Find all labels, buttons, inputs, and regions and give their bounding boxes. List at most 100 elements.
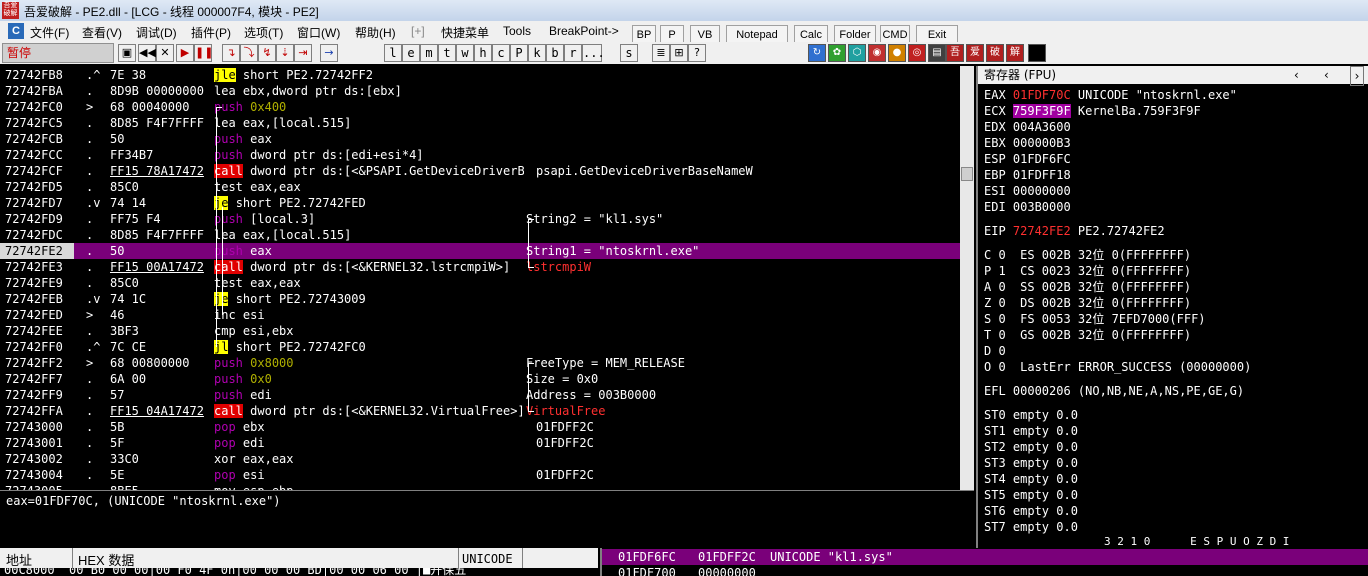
plugin-icon-5[interactable]: ▤ — [928, 44, 946, 62]
disasm-row[interactable]: 72742FF9. 57 push edi Address = 003B0000 — [0, 387, 960, 403]
call-stack-button[interactable]: k — [528, 44, 546, 62]
threads-button[interactable]: t — [438, 44, 456, 62]
menu-debug[interactable]: 调试(D) — [136, 24, 177, 41]
registers-next-icon[interactable]: › — [1350, 66, 1364, 86]
register-esp[interactable]: ESP 01FDF6FC — [984, 151, 1071, 167]
windows-button[interactable]: w — [456, 44, 474, 62]
open-icon[interactable]: ▣ — [118, 44, 136, 62]
fpu-register[interactable]: ST7 empty 0.0 — [984, 519, 1078, 535]
flag-row[interactable]: A 0 SS 002B 32位 0(FFFFFFFF) — [984, 279, 1191, 295]
fpu-register[interactable]: ST3 empty 0.0 — [984, 455, 1078, 471]
flag-row[interactable]: Z 0 DS 002B 32位 0(FFFFFFFF) — [984, 295, 1191, 311]
register-eax[interactable]: EAX 01FDF70C UNICODE "ntoskrnl.exe" — [984, 87, 1237, 103]
register-ebx[interactable]: EBX 000000B3 — [984, 135, 1071, 151]
close-icon[interactable]: ✕ — [156, 44, 174, 62]
flag-row[interactable]: T 0 GS 002B 32位 0(FFFFFFFF) — [984, 327, 1191, 343]
disasm-row[interactable]: 72742FCF. FF15 78A17472 call dword ptr ds:… — [0, 163, 960, 179]
target-icon[interactable]: ◎ — [908, 44, 926, 62]
register-value[interactable]: 003B0000 — [1013, 200, 1071, 214]
trace-into-icon[interactable]: ↯ — [258, 44, 276, 62]
disasm-row[interactable]: 72742FC0 >68 00040000 push 0x400 — [0, 99, 960, 115]
menu-breakpoint[interactable]: BreakPoint-> — [549, 24, 619, 38]
run-trace-button[interactable]: ... — [582, 44, 605, 62]
log-window-button[interactable]: l — [384, 44, 402, 62]
system-menu-icon[interactable]: C — [8, 23, 24, 39]
register-esi[interactable]: ESI 00000000 — [984, 183, 1071, 199]
memory-map-button[interactable]: m — [420, 44, 438, 62]
register-eip[interactable]: EIP 72742FE2 PE2.72742FE2 — [984, 223, 1165, 239]
disassembly-scrollbar[interactable] — [960, 66, 974, 490]
menu-file[interactable]: 文件(F) — [30, 24, 69, 41]
disasm-row[interactable]: 72742FD9. FF75 F4 push [local.3] String2 = … — [0, 211, 960, 227]
handles-button[interactable]: h — [474, 44, 492, 62]
references-button[interactable]: r — [564, 44, 582, 62]
register-edx[interactable]: EDX 004A3600 — [984, 119, 1071, 135]
settings-grid-icon[interactable]: ⊞ — [670, 44, 688, 62]
disasm-row[interactable]: 72743005.8BE5 mov esp,ebp — [0, 483, 960, 490]
plugin-icon-2[interactable]: ⬡ — [848, 44, 866, 62]
disasm-row[interactable]: 72743000. 5B pop ebx 01FDFF2C — [0, 419, 960, 435]
goto-icon[interactable]: → — [320, 44, 338, 62]
disasm-row[interactable]: 72742FED >46 inc esi — [0, 307, 960, 323]
registers-pane[interactable]: 寄存器 (FPU) ‹ ‹ › EAX 01FDF70C UNICODE "nt… — [976, 66, 1368, 548]
disasm-row[interactable]: 72742FE3. FF15 00A17472 call dword ptr ds:… — [0, 259, 960, 275]
cpu-button[interactable]: c — [492, 44, 510, 62]
dump-col-address[interactable]: 地址 — [6, 550, 32, 569]
fpu-register[interactable]: ST2 empty 0.0 — [984, 439, 1078, 455]
registers-prev-icon[interactable]: ‹ — [1294, 66, 1299, 84]
register-value[interactable]: 72742FE2 — [1013, 224, 1071, 238]
pause-icon[interactable]: ❚❚ — [194, 44, 213, 62]
menu-options[interactable]: 选项(T) — [244, 24, 283, 41]
disasm-row[interactable]: 72742FBA. 8D9B 00000000 lea ebx,dword ptr … — [0, 83, 960, 99]
step-over-icon[interactable]: ⤵ — [240, 44, 258, 62]
disasm-row[interactable]: 72742FF0 .^ 7C CE jl short PE2.72742FC0 — [0, 339, 960, 355]
flag-row[interactable]: D 0 — [984, 343, 1006, 359]
scrollbar-thumb[interactable] — [961, 167, 973, 181]
disasm-row[interactable]: 72742FC5. 8D85 F4F7FFFF lea eax,[local.515… — [0, 115, 960, 131]
trace-over-icon[interactable]: ⇣ — [276, 44, 294, 62]
fpu-register[interactable]: ST6 empty 0.0 — [984, 503, 1078, 519]
cn-button-po[interactable]: 破 — [986, 44, 1004, 62]
help-icon[interactable]: ? — [688, 44, 706, 62]
disasm-row[interactable]: 72742FE9. 85C0 test eax,eax — [0, 275, 960, 291]
disasm-row[interactable]: 72742FB8 .^ 7E 38 jle short PE2.72742FF2 — [0, 67, 960, 83]
disasm-row[interactable]: 72743001. 5F pop edi 01FDFF2C — [0, 435, 960, 451]
cn-button-ai[interactable]: 爱 — [966, 44, 984, 62]
rewind-icon[interactable]: ◀◀ — [138, 44, 156, 62]
fpu-register[interactable]: ST5 empty 0.0 — [984, 487, 1078, 503]
disasm-row[interactable]: 72742FEB .v 74 1C je short PE2.72743009 — [0, 291, 960, 307]
dump-pane[interactable]: 00C8000 00 B0 00 00|00 F0 4F 0h|00 00 00… — [0, 568, 598, 576]
disasm-row[interactable]: 72742FDC. 8D85 F4F7FFFF lea eax,[local.515… — [0, 227, 960, 243]
menu-window[interactable]: 窗口(W) — [297, 24, 340, 41]
register-ecx[interactable]: ECX 759F3F9F KernelBa.759F3F9F — [984, 103, 1201, 119]
eflags-row[interactable]: EFL 00000206 (NO,NB,NE,A,NS,PE,GE,G) — [984, 383, 1244, 399]
stack-pane[interactable]: 01FDF6FC 01FDFF2C UNICODE "kl1.sys" 01FDF70… — [600, 548, 1368, 576]
patches-button[interactable]: P — [510, 44, 528, 62]
disasm-row[interactable]: 72742FFA. FF15 04A17472 call dword ptr ds:… — [0, 403, 960, 419]
executable-modules-button[interactable]: e — [402, 44, 420, 62]
cn-button-wu[interactable]: 吾 — [946, 44, 964, 62]
menu-quick[interactable]: 快捷菜单 — [441, 24, 489, 41]
plugin-icon-3[interactable]: ◉ — [868, 44, 886, 62]
register-value[interactable]: 00000000 — [1013, 184, 1071, 198]
disasm-row[interactable]: 72742FEE. 3BF3 cmp esi,ebx — [0, 323, 960, 339]
register-value[interactable]: 004A3600 — [1013, 120, 1071, 134]
menu-plugins[interactable]: 插件(P) — [191, 24, 231, 41]
menu-view[interactable]: 查看(V) — [82, 24, 122, 41]
dump-col-unicode[interactable]: UNICODE — [462, 552, 513, 566]
disasm-row[interactable]: 72742FF2 >68 00800000 push 0x8000 FreeType … — [0, 355, 960, 371]
menu-tools[interactable]: Tools — [503, 24, 531, 38]
flag-row[interactable]: C 0 ES 002B 32位 0(FFFFFFFF) — [984, 247, 1191, 263]
source-button[interactable]: s — [620, 44, 638, 62]
flag-row[interactable]: S 0 FS 0053 32位 7EFD7000(FFF) — [984, 311, 1206, 327]
fpu-register[interactable]: ST1 empty 0.0 — [984, 423, 1078, 439]
disasm-row[interactable]: 72743002. 33C0 xor eax,eax — [0, 451, 960, 467]
menu-plus[interactable]: [+] — [411, 24, 425, 38]
list-icon[interactable]: ≣ — [652, 44, 670, 62]
disasm-row[interactable]: 72742FD5. 85C0 test eax,eax — [0, 179, 960, 195]
register-value[interactable]: 01FDF6FC — [1013, 152, 1071, 166]
step-into-icon[interactable]: ↴ — [222, 44, 240, 62]
breakpoints-button[interactable]: b — [546, 44, 564, 62]
register-value[interactable]: 01FDFF18 — [1013, 168, 1071, 182]
flag-row[interactable]: P 1 CS 0023 32位 0(FFFFFFFF) — [984, 263, 1191, 279]
